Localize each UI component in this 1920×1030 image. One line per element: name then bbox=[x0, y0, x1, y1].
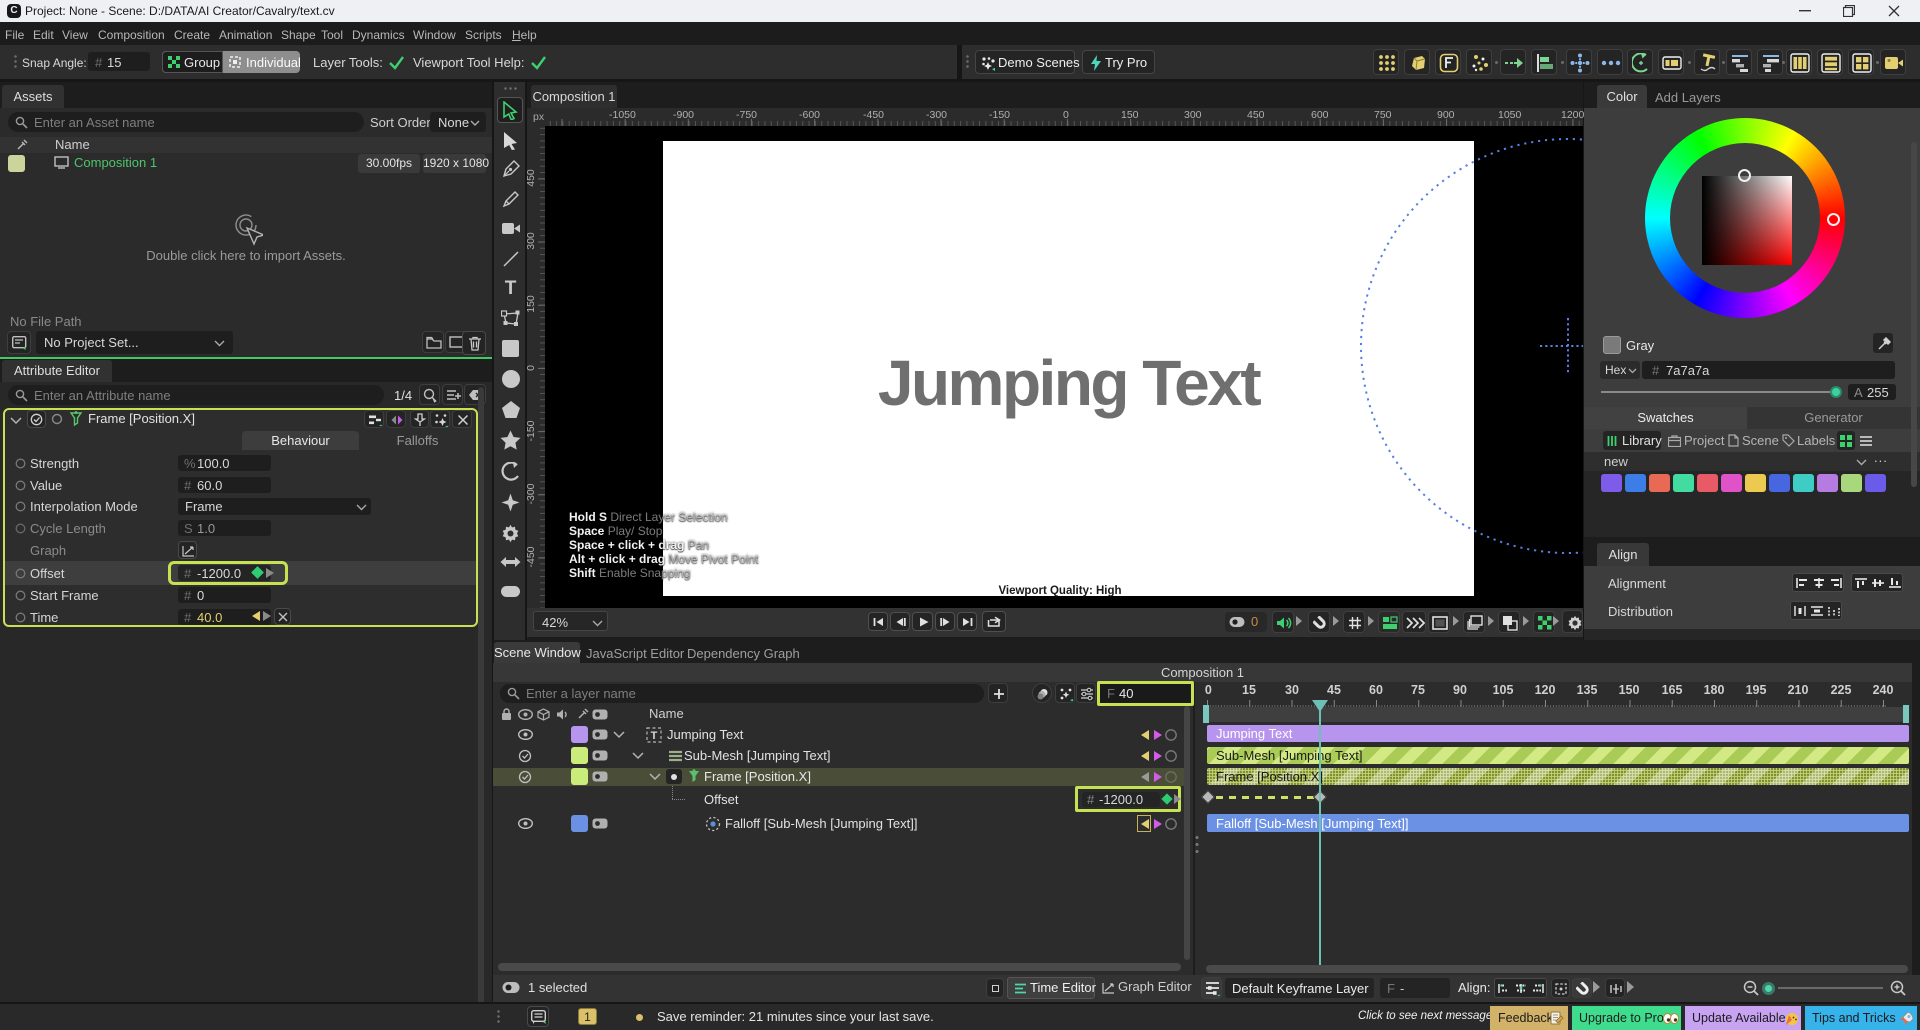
svg-text:T: T bbox=[651, 730, 658, 742]
